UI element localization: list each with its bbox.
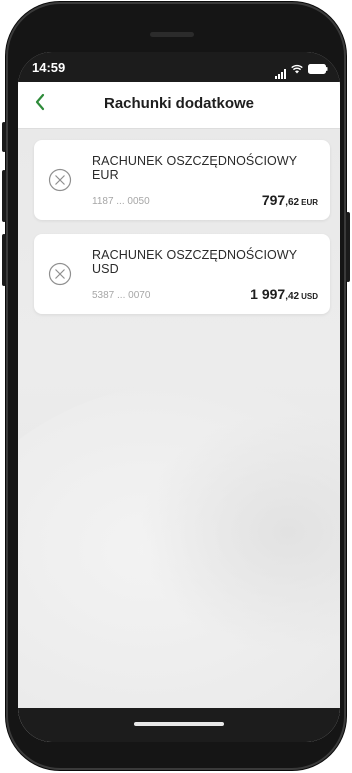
account-balance: 797,62 EUR	[262, 192, 318, 208]
amount-fraction: ,62	[285, 197, 300, 208]
remove-circle-icon	[48, 262, 72, 290]
account-balance: 1 997,42 USD	[250, 286, 318, 302]
account-number: 5387 ... 0070	[92, 290, 151, 301]
phone-power-button	[346, 212, 350, 282]
home-indicator[interactable]	[134, 722, 224, 726]
accounts-list: RACHUNEK OSZCZĘDNOŚCIOWY EUR 1187 ... 00…	[34, 140, 330, 328]
status-time: 14:59	[32, 60, 66, 75]
navigation-bar	[18, 708, 340, 742]
account-card-eur[interactable]: RACHUNEK OSZCZĘDNOŚCIOWY EUR 1187 ... 00…	[34, 140, 330, 220]
remove-account-button[interactable]	[48, 168, 72, 192]
battery-icon	[308, 61, 328, 79]
amount-currency: USD	[301, 292, 318, 301]
amount-whole: 1 997	[250, 286, 286, 302]
app-header: Rachunki dodatkowe	[18, 82, 340, 129]
signal-icon	[275, 69, 286, 79]
remove-account-button[interactable]	[48, 262, 72, 286]
account-name: RACHUNEK OSZCZĘDNOŚCIOWY EUR	[92, 154, 297, 182]
status-bar: 14:59	[18, 52, 340, 82]
account-card-usd[interactable]: RACHUNEK OSZCZĘDNOŚCIOWY USD 5387 ... 00…	[34, 234, 330, 314]
account-number: 1187 ... 0050	[92, 196, 150, 207]
phone-volume-up	[2, 170, 6, 222]
amount-fraction: ,42	[285, 291, 300, 302]
phone-speaker	[150, 32, 194, 37]
amount-whole: 797	[261, 192, 286, 208]
account-name: RACHUNEK OSZCZĘDNOŚCIOWY USD	[92, 248, 297, 276]
wifi-icon	[291, 61, 303, 79]
phone-side-button	[2, 122, 6, 152]
app-screen: 14:59 Rachunki dodatkowe RACHUNEK OSZCZĘ…	[18, 52, 340, 742]
phone-volume-down	[2, 234, 6, 286]
status-icons	[275, 61, 328, 79]
remove-circle-icon	[48, 168, 72, 196]
amount-currency: EUR	[301, 198, 318, 207]
page-title: Rachunki dodatkowe	[103, 95, 255, 112]
